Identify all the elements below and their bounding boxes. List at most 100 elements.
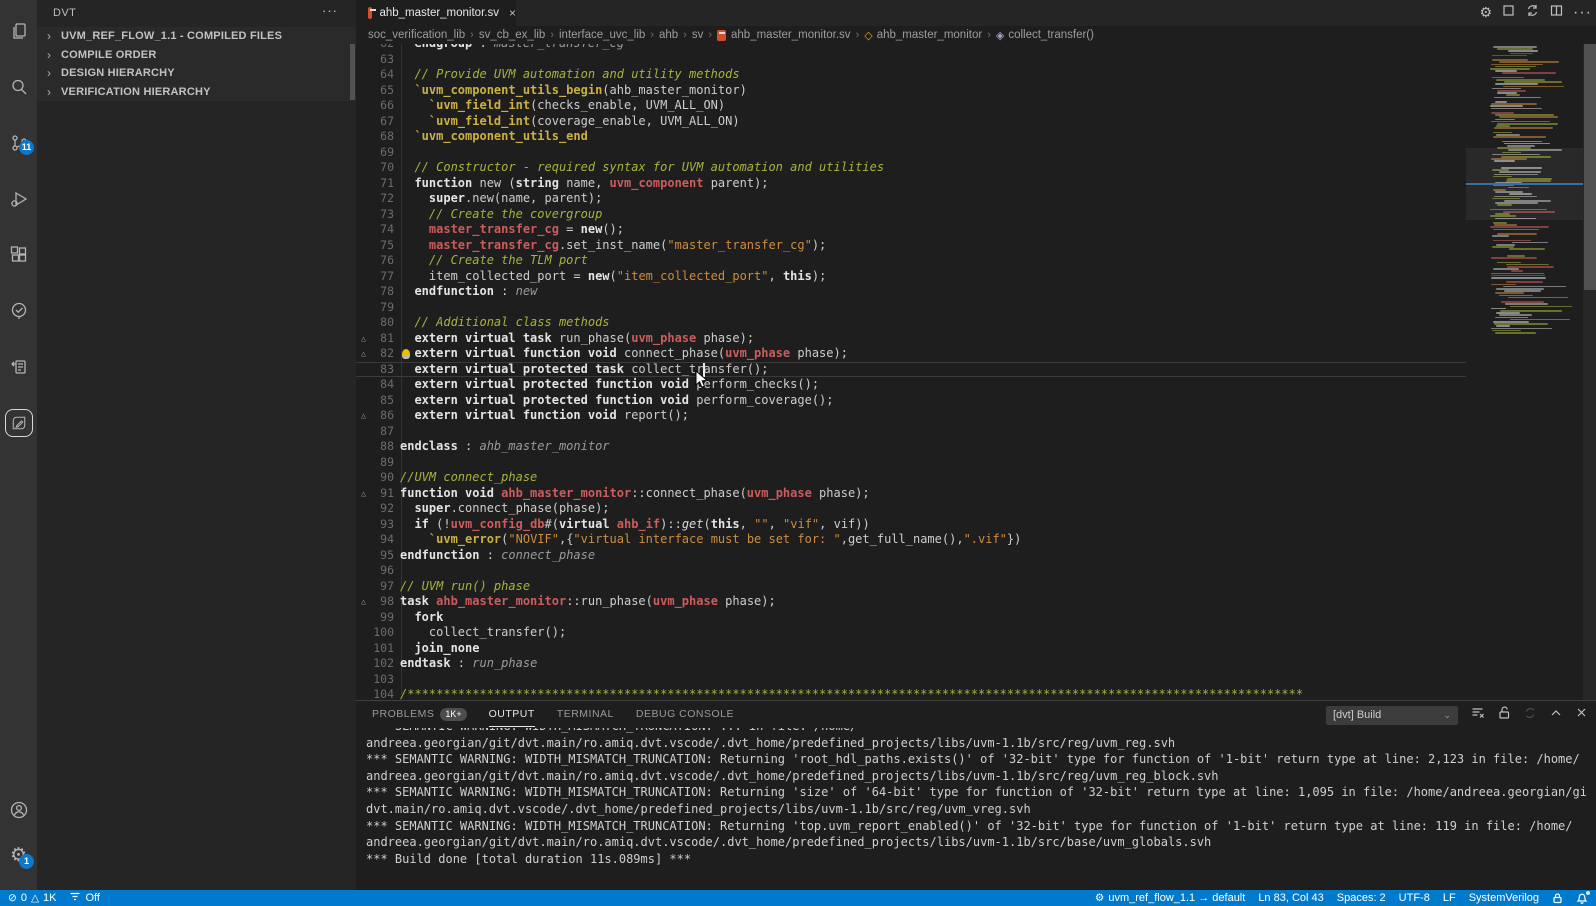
- explorer-icon[interactable]: [0, 14, 37, 48]
- code-line[interactable]: 68 `uvm_component_utils_end: [356, 129, 1466, 145]
- unlock-icon[interactable]: [1497, 705, 1511, 725]
- editor-scrollbar-thumb[interactable]: [1584, 44, 1596, 290]
- project-status[interactable]: ⚙ uvm_ref_flow_1.1 → default: [1095, 890, 1245, 906]
- tab-terminal[interactable]: TERMINAL: [557, 701, 614, 727]
- problems-status[interactable]: ⊘ 0 △ 1K: [8, 890, 56, 906]
- breadcrumb-item[interactable]: soc_verification_lib: [368, 29, 465, 41]
- code-line[interactable]: 103: [356, 672, 1466, 688]
- tab-problems[interactable]: PROBLEMS 1K+: [372, 701, 467, 727]
- code-line[interactable]: 101 join_none: [356, 641, 1466, 657]
- encoding-status[interactable]: UTF-8: [1399, 892, 1430, 904]
- code-line[interactable]: 71 function new (string name, uvm_compon…: [356, 176, 1466, 192]
- tab-debug-console[interactable]: DEBUG CONSOLE: [636, 701, 734, 727]
- indentation-status[interactable]: Spaces: 2: [1337, 892, 1386, 904]
- code-line[interactable]: 97// UVM run() phase: [356, 579, 1466, 595]
- sync-icon[interactable]: [1523, 706, 1537, 725]
- code-line[interactable]: 77 item_collected_port = new("item_colle…: [356, 269, 1466, 285]
- code-line[interactable]: 90//UVM connect_phase: [356, 470, 1466, 486]
- code-line[interactable]: 73 // Create the covergroup: [356, 207, 1466, 223]
- code-line[interactable]: 99 fork: [356, 610, 1466, 626]
- box-icon[interactable]: [1501, 3, 1516, 23]
- breadcrumb-item[interactable]: sv: [692, 29, 704, 41]
- code-line[interactable]: 65 `uvm_component_utils_begin(ahb_master…: [356, 83, 1466, 99]
- minimap[interactable]: [1466, 44, 1583, 700]
- code-line[interactable]: 69: [356, 145, 1466, 161]
- breadcrumb-item-method[interactable]: collect_transfer(): [1008, 29, 1094, 41]
- sidebar-item-verification-hierarchy[interactable]: › VERIFICATION HIERARCHY: [37, 83, 356, 102]
- code-editor[interactable]: 62 endgroup : master_transfer_cg6364 // …: [356, 44, 1466, 700]
- sidebar-more-actions[interactable]: ···: [322, 3, 338, 18]
- code-line[interactable]: 100 collect_transfer();: [356, 625, 1466, 641]
- code-line[interactable]: 89: [356, 455, 1466, 471]
- code-line[interactable]: 78 endfunction : new: [356, 284, 1466, 300]
- code-line[interactable]: 76 // Create the TLM port: [356, 253, 1466, 269]
- code-line[interactable]: 62 endgroup : master_transfer_cg: [356, 44, 1466, 52]
- code-line[interactable]: △82 extern virtual function void connect…: [356, 346, 1466, 362]
- code-line[interactable]: 74 master_transfer_cg = new();: [356, 222, 1466, 238]
- code-line[interactable]: 64 // Provide UVM automation and utility…: [356, 67, 1466, 83]
- code-line[interactable]: 93 if (!uvm_config_db#(virtual ahb_if)::…: [356, 517, 1466, 533]
- code-line[interactable]: 63: [356, 52, 1466, 68]
- code-line[interactable]: △81 extern virtual task run_phase(uvm_ph…: [356, 331, 1466, 347]
- extensions-icon[interactable]: [0, 238, 37, 272]
- breadcrumb-item-class[interactable]: ahb_master_monitor: [877, 29, 982, 41]
- sidebar-item-design-hierarchy[interactable]: › DESIGN HIERARCHY: [37, 64, 356, 83]
- clear-output-icon[interactable]: [1470, 705, 1485, 725]
- close-panel-icon[interactable]: [1575, 706, 1588, 724]
- compile-order-icon[interactable]: [0, 350, 37, 384]
- split-editor-icon[interactable]: [1549, 3, 1564, 23]
- code-line[interactable]: 67 `uvm_field_int(coverage_enable, UVM_A…: [356, 114, 1466, 130]
- run-debug-icon[interactable]: [0, 182, 37, 216]
- breadcrumb-item[interactable]: ahb: [659, 29, 678, 41]
- cursor-position-status[interactable]: Ln 83, Col 43: [1258, 892, 1323, 904]
- dvt-settings-gear-icon[interactable]: ⚙: [1479, 5, 1492, 21]
- code-line[interactable]: 84 extern virtual protected function voi…: [356, 377, 1466, 393]
- code-line[interactable]: 85 extern virtual protected function voi…: [356, 393, 1466, 409]
- code-line[interactable]: 96: [356, 563, 1466, 579]
- settings-gear-icon[interactable]: ⚙ 1: [0, 838, 37, 872]
- more-actions-icon[interactable]: ···: [1573, 4, 1592, 22]
- code-line[interactable]: 66 `uvm_field_int(checks_enable, UVM_ALL…: [356, 98, 1466, 114]
- tab-close-icon[interactable]: ×: [509, 6, 516, 20]
- tab-output[interactable]: OUTPUT: [489, 701, 535, 727]
- sidebar-item-compiled-files[interactable]: › UVM_REF_FLOW_1.1 - COMPILED FILES: [37, 27, 356, 46]
- eol-status[interactable]: LF: [1443, 892, 1456, 904]
- breadcrumb-item-file[interactable]: ahb_master_monitor.sv: [731, 29, 851, 41]
- source-control-icon[interactable]: 11: [0, 126, 37, 160]
- code-line[interactable]: 75 master_transfer_cg.set_inst_name("mas…: [356, 238, 1466, 254]
- filter-status[interactable]: Off: [69, 891, 99, 905]
- account-icon[interactable]: [0, 793, 37, 827]
- code-line[interactable]: 72 super.new(name, parent);: [356, 191, 1466, 207]
- sync-compare-icon[interactable]: [1525, 3, 1540, 23]
- sidebar-scrollbar[interactable]: [350, 44, 355, 100]
- code-line[interactable]: 87: [356, 424, 1466, 440]
- sidebar-item-compile-order[interactable]: › COMPILE ORDER: [37, 46, 356, 65]
- language-status[interactable]: SystemVerilog: [1469, 892, 1539, 904]
- code-line[interactable]: △86 extern virtual function void report(…: [356, 408, 1466, 424]
- code-line[interactable]: 83 extern virtual protected task collect…: [356, 362, 1466, 378]
- code-line[interactable]: △91function void ahb_master_monitor::con…: [356, 486, 1466, 502]
- minimap-stripe: [1493, 136, 1546, 138]
- code-line[interactable]: 104/************************************…: [356, 687, 1466, 700]
- code-line[interactable]: 95endfunction : connect_phase: [356, 548, 1466, 564]
- dvt-editor-icon[interactable]: [0, 406, 37, 440]
- output-channel-select[interactable]: [dvt] Build⌄: [1326, 706, 1458, 725]
- breadcrumb-item[interactable]: interface_uvc_lib: [559, 29, 645, 41]
- code-line[interactable]: 79: [356, 300, 1466, 316]
- verification-icon[interactable]: [0, 294, 37, 328]
- breadcrumb-item[interactable]: sv_cb_ex_lib: [479, 29, 545, 41]
- tab-ahb-master-monitor[interactable]: ahb_master_monitor.sv ×: [356, 0, 516, 26]
- lock-icon[interactable]: [1552, 892, 1563, 904]
- code-line[interactable]: 80 // Additional class methods: [356, 315, 1466, 331]
- output-console[interactable]: *** SEMANTIC WARNING: WIDTH_MISMATCH_TRU…: [366, 728, 1586, 888]
- code-line[interactable]: 88endclass : ahb_master_monitor: [356, 439, 1466, 455]
- code-line[interactable]: 70 // Constructor - required syntax for …: [356, 160, 1466, 176]
- code-line[interactable]: 102endtask : run_phase: [356, 656, 1466, 672]
- code-line[interactable]: 94 `uvm_error("NOVIF",{"virtual interfac…: [356, 532, 1466, 548]
- code-line[interactable]: 92 super.connect_phase(phase);: [356, 501, 1466, 517]
- maximize-panel-icon[interactable]: [1549, 706, 1563, 725]
- search-icon[interactable]: [0, 70, 37, 104]
- code-line[interactable]: △98task ahb_master_monitor::run_phase(uv…: [356, 594, 1466, 610]
- minimap-stripe: [1495, 317, 1528, 319]
- feedback-bell-icon[interactable]: [1576, 892, 1588, 904]
